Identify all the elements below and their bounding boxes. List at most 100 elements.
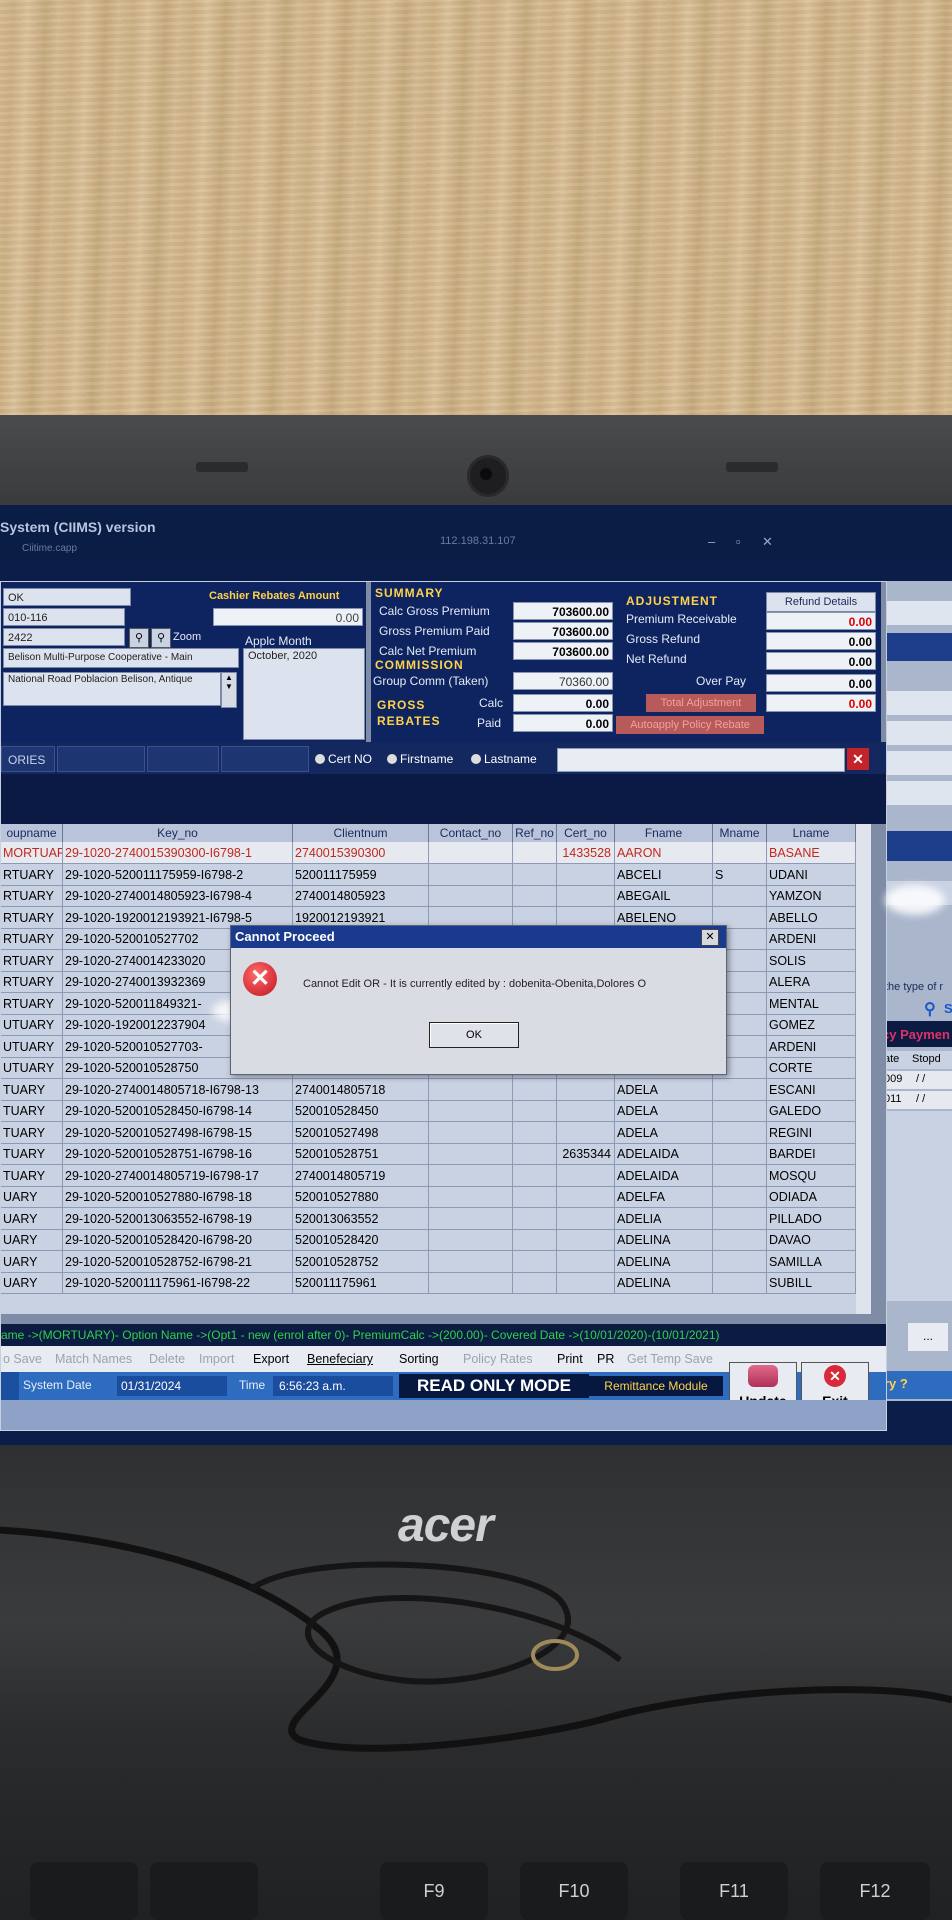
print-button[interactable]: Print bbox=[557, 1346, 583, 1372]
code-field[interactable]: 010-116 bbox=[3, 608, 125, 626]
tab-3[interactable] bbox=[147, 746, 219, 772]
search-icon[interactable]: ⚲ bbox=[924, 999, 936, 1019]
table-cell bbox=[429, 842, 513, 864]
table-cell bbox=[713, 1164, 767, 1187]
table-row[interactable]: MORTUARY29-1020-2740015390300-I6798-1274… bbox=[1, 842, 871, 864]
column-header[interactable]: Key_no bbox=[63, 824, 293, 842]
system-bar: System Date 01/31/2024 Time 6:56:23 a.m.… bbox=[1, 1362, 886, 1420]
window-subtitle: Ciitime.capp bbox=[22, 543, 78, 554]
key-f12[interactable]: F12 bbox=[820, 1862, 930, 1920]
address-field[interactable]: National Road Poblacion Belison, Antique bbox=[3, 672, 221, 706]
status-field[interactable]: OK bbox=[3, 588, 131, 606]
table-cell: BARDEI bbox=[767, 1143, 856, 1165]
refund-details-button[interactable]: Refund Details bbox=[766, 592, 876, 612]
zoom-out-icon[interactable]: ⚲ bbox=[151, 628, 171, 648]
sorting-button[interactable]: Sorting bbox=[399, 1346, 439, 1372]
account-panel: OK 010-116 2422 ⚲ ⚲ Zoom Belison Multi-P… bbox=[1, 582, 366, 742]
table-row[interactable]: TUARY 29-1020-520010528751-I6798-16 520010… bbox=[1, 1143, 871, 1165]
dialog-close-button[interactable]: ✕ bbox=[701, 929, 719, 946]
column-header[interactable]: Fname bbox=[615, 824, 713, 842]
table-cell: MORTUARY bbox=[1, 842, 63, 864]
table-cell: UARY bbox=[1, 1207, 63, 1230]
column-header[interactable]: Clientnum bbox=[293, 824, 429, 842]
total-adjustment-button[interactable]: Total Adjustment bbox=[646, 694, 756, 712]
branch-field[interactable]: Belison Multi-Purpose Cooperative - Main bbox=[3, 648, 239, 668]
clear-search-icon[interactable]: ✕ bbox=[847, 748, 869, 770]
search-input[interactable] bbox=[557, 748, 845, 772]
table-row[interactable]: UARY 29-1020-520010528752-I6798-21 5200105… bbox=[1, 1250, 871, 1273]
usb-cable bbox=[0, 1526, 952, 1752]
address-scrollbar[interactable]: ▲ ▼ bbox=[221, 672, 237, 708]
commission-heading: COMMISSION bbox=[375, 658, 464, 672]
key-f9[interactable]: F9 bbox=[380, 1862, 488, 1920]
table-cell: 520010528420 bbox=[293, 1229, 429, 1251]
table-row[interactable]: UARY 29-1020-520011175961-I6798-22 5200111… bbox=[1, 1272, 871, 1294]
table-row[interactable]: RTUARY 29-1020-2740014805923-I6798-4 27400… bbox=[1, 885, 871, 907]
key-f11[interactable]: F11 bbox=[680, 1862, 788, 1920]
beneficiary-button[interactable]: Benefeciary bbox=[307, 1346, 373, 1372]
system-date-value: 01/31/2024 bbox=[117, 1376, 227, 1396]
column-header[interactable]: oupname bbox=[1, 824, 63, 842]
table-cell: RTUARY bbox=[1, 992, 63, 1015]
table-row[interactable]: UARY 29-1020-520010527880-I6798-18 5200105… bbox=[1, 1186, 871, 1208]
group-comm-value: 70360.00 bbox=[513, 672, 613, 690]
key-f10[interactable]: F10 bbox=[520, 1862, 628, 1920]
column-header[interactable]: Cert_no bbox=[557, 824, 615, 842]
applc-month-value[interactable]: October, 2020 bbox=[243, 648, 365, 740]
table-cell: 520010527880 bbox=[293, 1186, 429, 1208]
table-cell: 2635344 bbox=[557, 1143, 615, 1165]
table-row[interactable]: UARY 29-1020-520010528420-I6798-20 5200105… bbox=[1, 1229, 871, 1251]
cert-no-radio[interactable]: Cert NO bbox=[315, 752, 372, 766]
table-cell: TUARY bbox=[1, 1143, 63, 1165]
table-cell: 520010528751 bbox=[293, 1143, 429, 1165]
zoom-in-icon[interactable]: ⚲ bbox=[129, 628, 149, 648]
table-cell: 1433528 bbox=[557, 842, 615, 864]
premium-receivable-value: 0.00 bbox=[766, 612, 876, 630]
table-row[interactable]: TUARY 29-1020-2740014805718-I6798-13 27400… bbox=[1, 1078, 871, 1101]
table-row[interactable]: TUARY 29-1020-2740014805719-I6798-17 27400… bbox=[1, 1164, 871, 1187]
export-button[interactable]: Export bbox=[253, 1346, 289, 1372]
dialog-ok-button[interactable]: OK bbox=[429, 1022, 519, 1048]
table-row[interactable]: TUARY 29-1020-520010528450-I6798-14 520010… bbox=[1, 1100, 871, 1122]
tab-4[interactable] bbox=[221, 746, 309, 772]
cashier-rebates-input[interactable]: 0.00 bbox=[213, 608, 363, 626]
table-row[interactable]: UARY 29-1020-520013063552-I6798-19 5200130… bbox=[1, 1207, 871, 1230]
table-cell: REGINI bbox=[767, 1121, 856, 1144]
firstname-radio[interactable]: Firstname bbox=[387, 752, 453, 766]
minimize-button[interactable]: – bbox=[708, 534, 715, 549]
table-cell: DAVAO bbox=[767, 1229, 856, 1251]
import-button[interactable]: Import bbox=[199, 1346, 234, 1372]
save-button[interactable]: o Save bbox=[3, 1346, 42, 1372]
tab-categories[interactable]: ORIES bbox=[1, 746, 55, 772]
grid-vertical-scrollbar[interactable] bbox=[856, 824, 871, 1314]
restore-button[interactable]: ▫ bbox=[736, 534, 741, 549]
delete-button[interactable]: Delete bbox=[149, 1346, 185, 1372]
table-cell bbox=[557, 1121, 615, 1144]
ellipsis-button[interactable]: ... bbox=[908, 1323, 948, 1351]
firstname-label: Firstname bbox=[400, 752, 454, 766]
table-cell: 29-1020-2740015390300-I6798-1 bbox=[63, 842, 293, 864]
sysbar-edge bbox=[1, 1372, 19, 1400]
match-names-button[interactable]: Match Names bbox=[55, 1346, 132, 1372]
get-temp-save-button[interactable]: Get Temp Save bbox=[627, 1346, 713, 1372]
table-cell: UARY bbox=[1, 1250, 63, 1273]
number-field[interactable]: 2422 bbox=[3, 628, 125, 646]
tab-2[interactable] bbox=[57, 746, 145, 772]
table-cell: MOSQU bbox=[767, 1164, 856, 1187]
table-cell bbox=[429, 1207, 513, 1230]
table-cell: 2740014805923 bbox=[293, 885, 429, 907]
table-row[interactable]: RTUARY 29-1020-520011175959-I6798-2 520011… bbox=[1, 863, 871, 886]
table-cell bbox=[713, 1186, 767, 1208]
table-cell: ADELA bbox=[615, 1078, 713, 1101]
column-header[interactable]: Contact_no bbox=[429, 824, 513, 842]
policy-rates-button[interactable]: Policy Rates bbox=[463, 1346, 532, 1372]
column-header[interactable]: Mname bbox=[713, 824, 767, 842]
column-header[interactable]: Ref_no bbox=[513, 824, 557, 842]
table-cell: RTUARY bbox=[1, 863, 63, 886]
close-button[interactable]: ✕ bbox=[762, 534, 773, 550]
lastname-radio[interactable]: Lastname bbox=[471, 752, 537, 766]
pr-button[interactable]: PR bbox=[597, 1346, 614, 1372]
table-row[interactable]: TUARY 29-1020-520010527498-I6798-15 520010… bbox=[1, 1121, 871, 1144]
column-header[interactable]: Lname bbox=[767, 824, 856, 842]
autoapply-rebate-button[interactable]: Autoapply Policy Rebate bbox=[616, 716, 764, 734]
